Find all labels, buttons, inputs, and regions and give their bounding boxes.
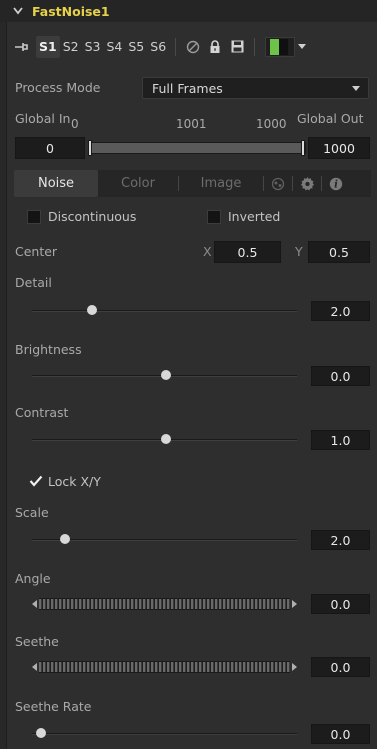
- tab-image[interactable]: Image: [179, 170, 263, 197]
- angle-increment-icon[interactable]: [292, 600, 297, 608]
- version-s1[interactable]: S1: [36, 35, 60, 58]
- brightness-value-field[interactable]: 0.0: [311, 366, 370, 386]
- range-mid-label: 1001: [176, 117, 207, 131]
- tab-settings[interactable]: [293, 170, 321, 197]
- global-out-field[interactable]: 1000: [308, 137, 370, 159]
- chevron-down-icon: [352, 86, 360, 91]
- tile-color-green: [270, 38, 280, 55]
- seethe-rate-value-field[interactable]: 0.0: [311, 724, 370, 744]
- tool-header[interactable]: FastNoise1: [0, 0, 377, 22]
- tile-color-swatch[interactable]: [265, 36, 296, 57]
- seethe-increment-icon[interactable]: [292, 663, 297, 671]
- scale-slider-knob[interactable]: [60, 534, 70, 544]
- lock-icon[interactable]: [206, 37, 224, 57]
- version-s5[interactable]: S5: [125, 36, 147, 58]
- version-s6[interactable]: S6: [147, 36, 169, 58]
- tile-color-black: [279, 38, 289, 55]
- range-end-label: 1000: [256, 117, 287, 131]
- brightness-label: Brightness: [15, 342, 82, 357]
- seethe-rate-slider-track[interactable]: [32, 733, 297, 735]
- center-y-field[interactable]: 0.5: [308, 241, 370, 263]
- seethe-thumbwheel[interactable]: [39, 661, 290, 673]
- detail-label: Detail: [15, 275, 52, 290]
- seethe-value-field[interactable]: 0.0: [311, 657, 370, 677]
- info-icon: i: [329, 177, 343, 190]
- contrast-value-field[interactable]: 1.0: [311, 430, 370, 450]
- global-range-track[interactable]: [90, 142, 306, 154]
- brightness-slider-knob[interactable]: [161, 370, 171, 380]
- discontinuous-checkbox[interactable]: [27, 210, 41, 224]
- scale-slider-track[interactable]: [32, 539, 297, 541]
- save-icon[interactable]: [228, 37, 246, 57]
- global-out-handle[interactable]: [301, 140, 305, 156]
- version-s3[interactable]: S3: [82, 36, 104, 58]
- tile-color-dropdown-icon[interactable]: [295, 37, 309, 57]
- angle-value-field[interactable]: 0.0: [311, 594, 370, 614]
- collapse-chevron-icon[interactable]: [11, 4, 25, 18]
- version-toolbar: S1 S2 S3 S4 S5 S6: [8, 34, 309, 59]
- version-s4[interactable]: S4: [103, 36, 125, 58]
- tab-modifiers[interactable]: [264, 170, 292, 197]
- process-mode-label: Process Mode: [15, 80, 101, 95]
- inverted-label: Inverted: [228, 209, 281, 224]
- tab-noise[interactable]: Noise: [14, 170, 98, 197]
- contrast-label: Contrast: [15, 405, 69, 420]
- detail-value-field[interactable]: 2.0: [311, 301, 370, 321]
- toolbar-divider: [254, 37, 256, 56]
- contrast-slider-knob[interactable]: [161, 434, 171, 444]
- toolbar-divider: [175, 37, 177, 56]
- center-x-field[interactable]: 0.5: [214, 241, 281, 263]
- inverted-checkbox[interactable]: [207, 210, 221, 224]
- lock-xy-checkmark-icon[interactable]: [29, 475, 43, 490]
- svg-text:i: i: [334, 179, 338, 190]
- process-mode-select[interactable]: Full Frames: [142, 77, 369, 99]
- process-mode-value: Full Frames: [152, 80, 223, 96]
- seethe-rate-label: Seethe Rate: [15, 699, 92, 714]
- tool-inspector-panel: FastNoise1 S1 S2 S3 S4 S5 S6 Process Mod…: [0, 0, 377, 749]
- range-start-label: 0: [71, 117, 79, 131]
- center-x-label: X: [203, 244, 212, 259]
- center-y-label: Y: [295, 244, 303, 259]
- global-out-label: Global Out: [297, 111, 364, 126]
- angle-label: Angle: [15, 571, 51, 586]
- seethe-decrement-icon[interactable]: [32, 663, 37, 671]
- detail-slider-knob[interactable]: [87, 305, 97, 315]
- version-s2[interactable]: S2: [60, 36, 82, 58]
- pin-icon[interactable]: [8, 36, 36, 58]
- tool-title: FastNoise1: [32, 3, 110, 19]
- disable-icon[interactable]: [184, 37, 202, 57]
- global-in-field[interactable]: 0: [15, 137, 85, 159]
- scale-label: Scale: [15, 505, 49, 520]
- global-in-handle[interactable]: [88, 140, 92, 156]
- tab-info[interactable]: i: [322, 170, 350, 197]
- global-in-label: Global In: [15, 111, 71, 126]
- center-label: Center: [15, 244, 58, 259]
- control-tabs: Noise Color Image i: [14, 170, 371, 197]
- modifiers-icon: [271, 177, 285, 190]
- angle-thumbwheel[interactable]: [39, 598, 290, 610]
- angle-decrement-icon[interactable]: [32, 600, 37, 608]
- scale-value-field[interactable]: 2.0: [311, 530, 370, 550]
- seethe-rate-slider-knob[interactable]: [36, 728, 46, 738]
- detail-slider-track[interactable]: [32, 310, 297, 312]
- lock-xy-label: Lock X/Y: [48, 474, 101, 489]
- discontinuous-label: Discontinuous: [48, 209, 137, 224]
- seethe-label: Seethe: [15, 634, 59, 649]
- tab-color[interactable]: Color: [98, 170, 178, 197]
- gear-icon: [300, 176, 314, 191]
